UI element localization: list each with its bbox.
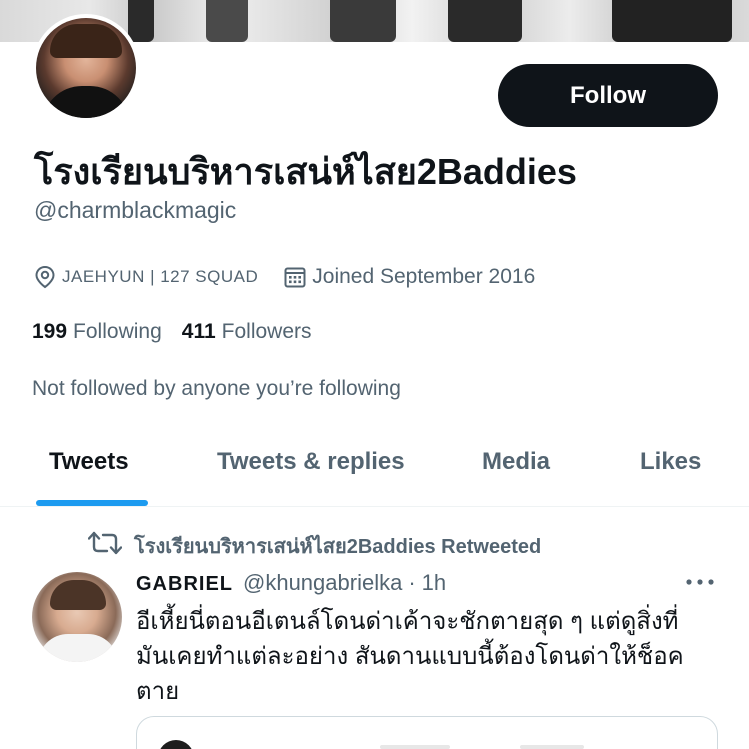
tab-likes[interactable]: Likes [640,448,701,476]
not-followed-notice: Not followed by anyone you’re following [32,377,401,400]
retweet-label: โรงเรียนบริหารเสน่ห์ไสย2Baddies Retweete… [134,536,542,558]
quoted-tweet-text-fragment [520,745,584,749]
tweet-author-handle[interactable]: @khungabrielka [243,570,402,596]
tweet-text-line: ตาย [136,678,180,705]
follow-stats: 199 Following 411 Followers [32,320,312,344]
following-link[interactable]: 199 Following [32,320,162,344]
profile-tabs: Tweets Tweets & replies Media Likes [0,430,749,507]
tweet-text: อีเหี้ยนี่ตอนอีเตนล์โดนด่าเค้าจะชักตายสุ… [136,604,726,709]
profile-avatar[interactable] [32,14,140,122]
profile-joined-date: Joined September 2016 [312,265,536,288]
banner-figure [128,0,154,42]
retweet-icon [87,530,123,562]
profile-meta: JAEHYUN | 127 SQUAD Joined September 201… [34,263,535,291]
banner-figure [206,0,248,42]
banner-figure [330,0,396,42]
banner-figure [448,0,522,42]
retweet-context[interactable]: โรงเรียนบริหารเสน่ห์ไสย2Baddies Retweete… [87,530,542,562]
quoted-tweet-text-fragment [380,745,450,749]
tab-media[interactable]: Media [482,448,550,476]
followers-link[interactable]: 411 Followers [182,320,312,344]
tweet-author-avatar[interactable] [32,572,122,662]
followers-label: Followers [221,320,312,343]
tweet-text-line: อีเหี้ยนี่ตอนอีเตนล์โดนด่าเค้าจะชักตายสุ… [136,608,679,635]
banner-figure [612,0,732,42]
tweet-timestamp[interactable]: 1h [422,570,446,596]
followers-count: 411 [181,320,216,343]
tweet-header: GABRIEL @khungabrielka · 1h [136,570,446,596]
follow-button[interactable]: Follow [498,64,718,127]
calendar-icon [284,266,306,288]
active-tab-indicator [36,500,148,506]
profile-handle: @charmblackmagic [34,197,237,223]
more-options-icon[interactable] [684,575,716,593]
tweet-text-line: มันเคยทำแต่ละอย่าง สันดานแบบนี้ต้องโดนด่… [136,643,684,670]
tweet-author-name[interactable]: GABRIEL [136,573,233,596]
location-pin-icon [34,265,56,289]
profile-display-name: โรงเรียนบริหารเสน่ห์ไสย2Baddies [34,151,577,192]
tweet-separator: · [408,570,416,595]
profile-location: JAEHYUN | 127 SQUAD [62,267,259,286]
following-count: 199 [32,320,68,343]
following-label: Following [73,320,162,343]
tab-tweets[interactable]: Tweets [49,448,129,476]
tab-tweets-replies[interactable]: Tweets & replies [217,448,405,476]
